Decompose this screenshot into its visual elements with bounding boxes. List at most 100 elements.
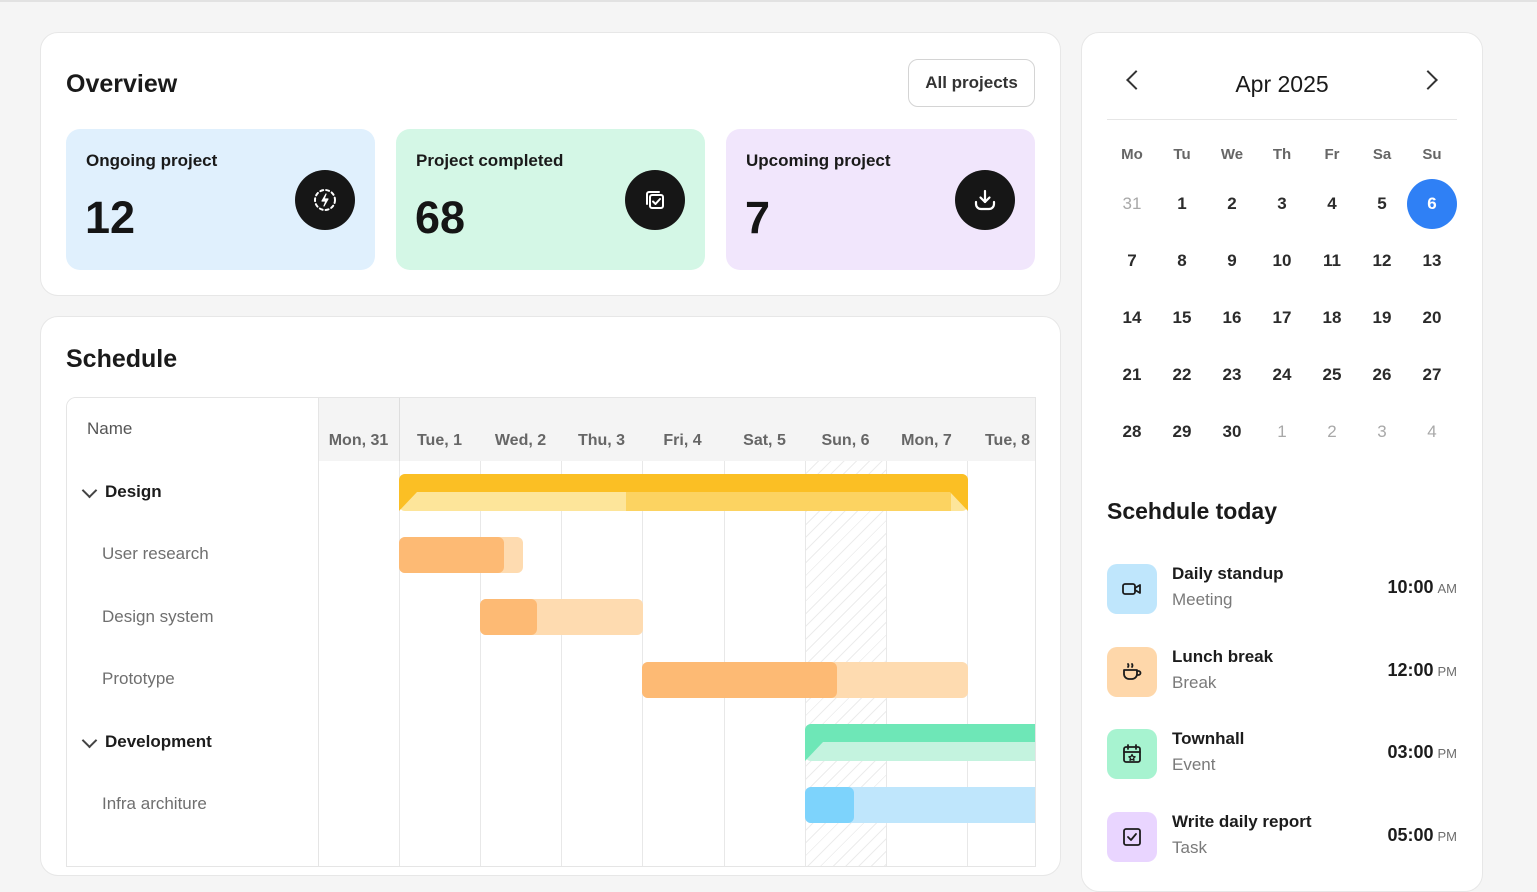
calendar-day[interactable]: 20 (1407, 293, 1457, 343)
calendar-card: Apr 2025 Mo Tu We Th Fr Sa Su 31 1 2 3 4 5 6 7 8 9 10 11 12… (1081, 32, 1483, 892)
all-projects-button[interactable]: All projects (908, 59, 1035, 107)
row-label-design-system[interactable]: Design system (102, 607, 213, 627)
row-label-user-research[interactable]: User research (102, 544, 209, 564)
day-label: Mon, 7 (901, 432, 952, 449)
event-townhall[interactable]: Townhall Event 03:00 PM (1107, 726, 1457, 782)
calendar-day[interactable]: 4 (1307, 179, 1357, 229)
calendar-day[interactable]: 30 (1207, 407, 1257, 457)
upcoming-project-card[interactable]: Upcoming project 7 (726, 129, 1035, 270)
design-group-bar[interactable] (399, 474, 968, 511)
design-system-bar[interactable] (480, 599, 643, 635)
calendar-day[interactable]: 3 (1357, 407, 1407, 457)
event-type: Task (1172, 838, 1207, 857)
calendar-day[interactable]: 13 (1407, 236, 1457, 286)
calendar-day[interactable]: 31 (1107, 179, 1157, 229)
checkbox-icon (1107, 812, 1157, 862)
stat-value: 7 (745, 192, 771, 243)
event-time: 10:00 AM (1387, 577, 1457, 597)
calendar-day[interactable]: 19 (1357, 293, 1407, 343)
name-column: Name Design User research Design system … (67, 398, 319, 866)
row-label-prototype[interactable]: Prototype (102, 669, 175, 689)
calendar-day[interactable]: 21 (1107, 350, 1157, 400)
lightning-circle-icon (295, 170, 355, 230)
stat-value: 12 (85, 192, 136, 243)
event-time: 05:00 PM (1387, 825, 1457, 845)
calendar-day[interactable]: 7 (1107, 236, 1157, 286)
event-type: Break (1172, 673, 1217, 692)
calendar-day[interactable]: 25 (1307, 350, 1357, 400)
weekday-label: Th (1272, 146, 1292, 163)
calendar-day[interactable]: 12 (1357, 236, 1407, 286)
calendar-day[interactable]: 16 (1207, 293, 1257, 343)
calendar-star-icon (1107, 729, 1157, 779)
calendar-day[interactable]: 18 (1307, 293, 1357, 343)
event-type: Event (1172, 755, 1216, 774)
row-label-development[interactable]: Development (105, 732, 212, 752)
copy-check-icon (625, 170, 685, 230)
user-research-bar[interactable] (399, 537, 523, 573)
project-completed-card[interactable]: Project completed 68 (396, 129, 705, 270)
event-time: 03:00 PM (1387, 742, 1457, 762)
calendar-day[interactable]: 29 (1157, 407, 1207, 457)
day-label: Mon, 31 (328, 432, 389, 449)
coffee-cup-icon (1107, 647, 1157, 697)
gantt-chart: Mon, 31 Tue, 1 Wed, 2 Thu, 3 Fri, 4 Sat,… (66, 397, 1036, 867)
calendar-day[interactable]: 9 (1207, 236, 1257, 286)
schedule-card: Schedule Mon, 31 Tue, 1 Wed, 2 Thu, 3 Fr… (40, 316, 1061, 876)
prototype-bar[interactable] (642, 662, 968, 698)
ongoing-project-card[interactable]: Ongoing project 12 (66, 129, 375, 270)
day-label: Sun, 6 (821, 432, 870, 449)
event-title: Daily standup (1172, 564, 1284, 583)
stat-label: Ongoing project (86, 151, 218, 170)
development-group-bar[interactable] (805, 724, 1035, 761)
row-label-infra-architure[interactable]: Infra architure (102, 794, 207, 814)
day-label: Tue, 1 (416, 432, 463, 449)
calendar-day[interactable]: 27 (1407, 350, 1457, 400)
day-label: Wed, 2 (494, 432, 547, 449)
stat-value: 68 (415, 192, 466, 243)
calendar-day[interactable]: 8 (1157, 236, 1207, 286)
calendar-day[interactable]: 15 (1157, 293, 1207, 343)
overview-card: Overview All projects Ongoing project 12… (40, 32, 1061, 296)
weekday-label: We (1220, 146, 1244, 163)
day-label: Tue, 8 (984, 432, 1031, 449)
schedule-title: Schedule (66, 345, 178, 373)
calendar-day[interactable]: 2 (1307, 407, 1357, 457)
calendar-day[interactable]: 28 (1107, 407, 1157, 457)
calendar-day[interactable]: 1 (1157, 179, 1207, 229)
divider (1107, 119, 1457, 120)
weekday-label: Mo (1121, 146, 1143, 163)
calendar-day[interactable]: 23 (1207, 350, 1257, 400)
weekday-label: Fr (1324, 146, 1340, 163)
calendar-day[interactable]: 26 (1357, 350, 1407, 400)
timeline-header (318, 398, 1035, 461)
event-daily-standup[interactable]: Daily standup Meeting 10:00 AM (1107, 561, 1457, 617)
weekday-label: Tu (1173, 146, 1191, 163)
calendar-day[interactable]: 1 (1257, 407, 1307, 457)
stat-label: Project completed (416, 151, 564, 170)
calendar-day[interactable]: 3 (1257, 179, 1307, 229)
calendar-day[interactable]: 22 (1157, 350, 1207, 400)
event-title: Townhall (1172, 729, 1245, 748)
calendar-day[interactable]: 5 (1357, 179, 1407, 229)
calendar-day[interactable]: 11 (1307, 236, 1357, 286)
calendar-day-selected[interactable]: 6 (1407, 179, 1457, 229)
schedule-today-title: Scehdule today (1107, 498, 1277, 524)
gantt-timeline: Mon, 31 Tue, 1 Wed, 2 Thu, 3 Fri, 4 Sat,… (318, 398, 1035, 866)
download-icon (955, 170, 1015, 230)
calendar-day[interactable]: 24 (1257, 350, 1307, 400)
chevron-down-icon[interactable] (81, 482, 98, 499)
calendar-day[interactable]: 14 (1107, 293, 1157, 343)
event-type: Meeting (1172, 590, 1233, 609)
infra-architure-bar[interactable] (805, 787, 1035, 823)
stat-label: Upcoming project (746, 151, 891, 170)
chevron-down-icon[interactable] (81, 732, 98, 749)
calendar-day[interactable]: 4 (1407, 407, 1457, 457)
event-write-daily-report[interactable]: Write daily report Task 05:00 PM (1107, 809, 1457, 865)
row-label-design[interactable]: Design (105, 482, 162, 502)
calendar-day[interactable]: 2 (1207, 179, 1257, 229)
calendar-day[interactable]: 10 (1257, 236, 1307, 286)
event-lunch-break[interactable]: Lunch break Break 12:00 PM (1107, 644, 1457, 700)
calendar-day[interactable]: 17 (1257, 293, 1307, 343)
day-label: Sat, 5 (743, 432, 786, 449)
